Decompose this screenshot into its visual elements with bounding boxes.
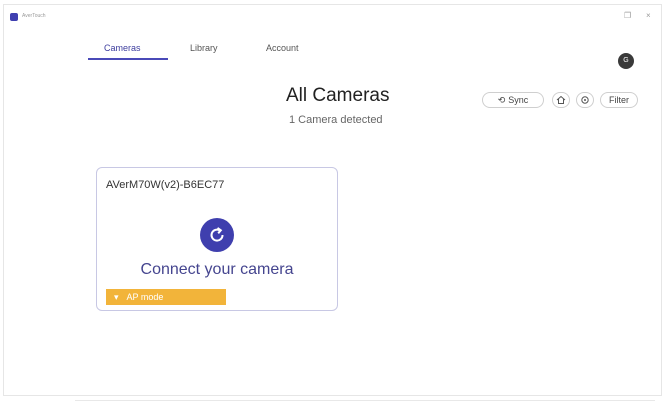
connect-refresh-icon[interactable] xyxy=(200,218,234,252)
sync-label: Sync xyxy=(508,95,529,105)
wifi-icon: ▾ xyxy=(114,292,119,302)
sync-button[interactable]: ⟲ Sync xyxy=(482,92,544,108)
settings-button[interactable] xyxy=(576,92,594,108)
home-icon xyxy=(556,95,566,104)
restore-button[interactable]: ❐ xyxy=(624,11,631,21)
connect-camera-text[interactable]: Connect your camera xyxy=(97,261,337,279)
tab-library[interactable]: Library xyxy=(190,43,218,53)
app-logo-icon xyxy=(10,13,18,21)
active-tab-indicator xyxy=(88,58,168,60)
home-button[interactable] xyxy=(552,92,570,108)
app-title: AverTouch xyxy=(22,13,46,19)
page-title: All Cameras xyxy=(286,85,390,106)
camera-name: AVerM70W(v2)-B6EC77 xyxy=(106,179,225,191)
user-avatar[interactable]: G xyxy=(618,53,634,69)
title-bar: AverTouch ❐ × xyxy=(4,5,661,27)
camera-count: 1 Camera detected xyxy=(289,114,383,126)
tab-cameras[interactable]: Cameras xyxy=(104,43,141,53)
sync-icon: ⟲ xyxy=(497,95,506,105)
filter-button[interactable]: Filter xyxy=(600,92,638,108)
gear-icon xyxy=(581,96,589,104)
mode-label: AP mode xyxy=(126,292,164,302)
tab-account[interactable]: Account xyxy=(266,43,299,53)
ap-mode-badge: ▾ AP mode xyxy=(106,289,226,305)
close-button[interactable]: × xyxy=(646,11,651,21)
camera-card[interactable]: AVerM70W(v2)-B6EC77 Connect your camera … xyxy=(96,167,338,311)
